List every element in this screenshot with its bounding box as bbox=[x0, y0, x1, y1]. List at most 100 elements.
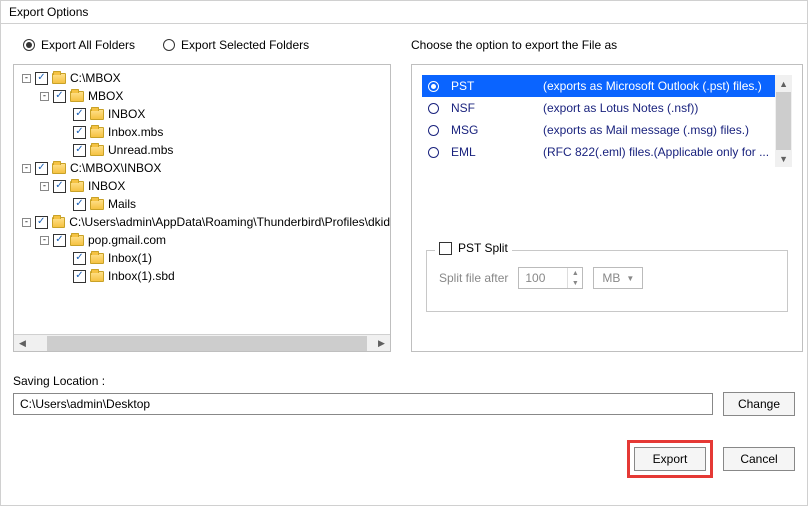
radio-icon bbox=[428, 147, 439, 158]
tree-label: C:\Users\admin\AppData\Roaming\Thunderbi… bbox=[69, 215, 390, 229]
format-heading: Choose the option to export the File as bbox=[411, 32, 803, 64]
pst-split-group: PST Split Split file after ▲ ▼ MB bbox=[426, 250, 788, 312]
tree-row[interactable]: INBOX bbox=[18, 105, 390, 123]
chevron-down-icon: ▼ bbox=[626, 274, 634, 283]
tree-row[interactable]: - C:\Users\admin\AppData\Roaming\Thunderb… bbox=[18, 213, 390, 231]
tree-checkbox[interactable] bbox=[53, 234, 66, 247]
collapse-icon[interactable]: - bbox=[22, 164, 31, 173]
folder-icon bbox=[70, 181, 84, 192]
spinner-up-icon[interactable]: ▲ bbox=[568, 268, 582, 278]
tree-label: Inbox(1) bbox=[108, 251, 152, 265]
export-highlight: Export bbox=[627, 440, 713, 478]
folder-icon bbox=[90, 145, 104, 156]
tree-row[interactable]: Mails bbox=[18, 195, 390, 213]
radio-export-selected[interactable]: Export Selected Folders bbox=[163, 38, 309, 52]
split-size-input[interactable] bbox=[519, 268, 567, 288]
scroll-left-icon[interactable]: ◀ bbox=[14, 335, 31, 352]
tree-label: Inbox.mbs bbox=[108, 125, 163, 139]
tree-label: C:\MBOX bbox=[70, 71, 121, 85]
collapse-icon[interactable]: - bbox=[22, 218, 31, 227]
tree-row[interactable]: - INBOX bbox=[18, 177, 390, 195]
tree-checkbox[interactable] bbox=[73, 270, 86, 283]
split-size-spinner[interactable]: ▲ ▼ bbox=[518, 267, 583, 289]
tree-checkbox[interactable] bbox=[35, 216, 48, 229]
collapse-icon[interactable]: - bbox=[40, 182, 49, 191]
tree-checkbox[interactable] bbox=[35, 72, 48, 85]
pst-split-checkbox[interactable] bbox=[439, 242, 452, 255]
tree-label: pop.gmail.com bbox=[88, 233, 166, 247]
radio-export-all-label: Export All Folders bbox=[41, 38, 135, 52]
tree-label: MBOX bbox=[88, 89, 123, 103]
folder-icon bbox=[90, 199, 104, 210]
radio-export-all[interactable]: Export All Folders bbox=[23, 38, 135, 52]
format-vertical-scrollbar[interactable]: ▲ ▼ bbox=[775, 75, 792, 167]
format-desc: (exports as Microsoft Outlook (.pst) fil… bbox=[543, 79, 769, 93]
split-unit-dropdown[interactable]: MB ▼ bbox=[593, 267, 643, 289]
tree-row[interactable]: - MBOX bbox=[18, 87, 390, 105]
tree-row[interactable]: Inbox(1).sbd bbox=[18, 267, 390, 285]
spinner-down-icon[interactable]: ▼ bbox=[568, 278, 582, 288]
format-option-nsf[interactable]: NSF (export as Lotus Notes (.nsf)) bbox=[422, 97, 775, 119]
scroll-up-icon[interactable]: ▲ bbox=[775, 75, 792, 92]
folder-icon bbox=[52, 217, 66, 228]
tree-row[interactable]: Inbox(1) bbox=[18, 249, 390, 267]
format-option-pst[interactable]: PST(exports as Microsoft Outlook (.pst) … bbox=[422, 75, 775, 97]
tree-label: Mails bbox=[108, 197, 136, 211]
tree-checkbox[interactable] bbox=[73, 126, 86, 139]
radio-icon bbox=[428, 103, 439, 114]
format-name: NSF bbox=[451, 101, 531, 115]
scroll-right-icon[interactable]: ▶ bbox=[373, 335, 390, 352]
folder-icon bbox=[90, 127, 104, 138]
tree-row[interactable]: Inbox.mbs bbox=[18, 123, 390, 141]
tree-label: INBOX bbox=[88, 179, 125, 193]
folder-icon bbox=[52, 163, 66, 174]
radio-export-selected-label: Export Selected Folders bbox=[181, 38, 309, 52]
tree-checkbox[interactable] bbox=[73, 252, 86, 265]
tree-checkbox[interactable] bbox=[73, 108, 86, 121]
tree-checkbox[interactable] bbox=[53, 180, 66, 193]
tree-row[interactable]: - C:\MBOX bbox=[18, 69, 390, 87]
tree-checkbox[interactable] bbox=[53, 90, 66, 103]
format-option-eml[interactable]: EML(RFC 822(.eml) files.(Applicable only… bbox=[422, 141, 775, 163]
radio-dot-icon bbox=[163, 39, 175, 51]
folder-tree[interactable]: - C:\MBOX - MBOX INBOX Inbox.mbs Unread.mbs - C:… bbox=[13, 64, 391, 352]
window-title: Export Options bbox=[1, 1, 807, 24]
folder-icon bbox=[70, 91, 84, 102]
split-file-after-label: Split file after bbox=[439, 271, 508, 285]
tree-horizontal-scrollbar[interactable]: ◀ ▶ bbox=[14, 334, 390, 351]
format-option-msg[interactable]: MSG(exports as Mail message (.msg) files… bbox=[422, 119, 775, 141]
collapse-icon[interactable]: - bbox=[40, 236, 49, 245]
format-panel: PST(exports as Microsoft Outlook (.pst) … bbox=[411, 64, 803, 352]
format-desc: (RFC 822(.eml) files.(Applicable only fo… bbox=[543, 145, 769, 159]
tree-row[interactable]: - pop.gmail.com bbox=[18, 231, 390, 249]
tree-label: Unread.mbs bbox=[108, 143, 173, 157]
folder-icon bbox=[90, 271, 104, 282]
tree-checkbox[interactable] bbox=[35, 162, 48, 175]
folder-icon bbox=[52, 73, 66, 84]
format-list[interactable]: PST(exports as Microsoft Outlook (.pst) … bbox=[422, 75, 792, 167]
radio-icon bbox=[428, 81, 439, 92]
folder-icon bbox=[90, 253, 104, 264]
radio-icon bbox=[428, 125, 439, 136]
format-desc: (export as Lotus Notes (.nsf)) bbox=[543, 101, 769, 115]
tree-row[interactable]: - C:\MBOX\INBOX bbox=[18, 159, 390, 177]
scroll-down-icon[interactable]: ▼ bbox=[775, 150, 792, 167]
folder-icon bbox=[70, 235, 84, 246]
pst-split-legend-label: PST Split bbox=[458, 241, 508, 255]
export-button[interactable]: Export bbox=[634, 447, 706, 471]
collapse-icon[interactable]: - bbox=[40, 92, 49, 101]
tree-checkbox[interactable] bbox=[73, 198, 86, 211]
split-unit-label: MB bbox=[602, 271, 620, 285]
tree-label: INBOX bbox=[108, 107, 145, 121]
collapse-icon[interactable]: - bbox=[22, 74, 31, 83]
saving-location-input[interactable] bbox=[13, 393, 713, 415]
tree-row[interactable]: Unread.mbs bbox=[18, 141, 390, 159]
saving-location-label: Saving Location : bbox=[13, 374, 795, 388]
radio-dot-icon bbox=[23, 39, 35, 51]
tree-checkbox[interactable] bbox=[73, 144, 86, 157]
format-name: MSG bbox=[451, 123, 531, 137]
cancel-button[interactable]: Cancel bbox=[723, 447, 795, 471]
tree-label: C:\MBOX\INBOX bbox=[70, 161, 161, 175]
change-button[interactable]: Change bbox=[723, 392, 795, 416]
tree-label: Inbox(1).sbd bbox=[108, 269, 175, 283]
